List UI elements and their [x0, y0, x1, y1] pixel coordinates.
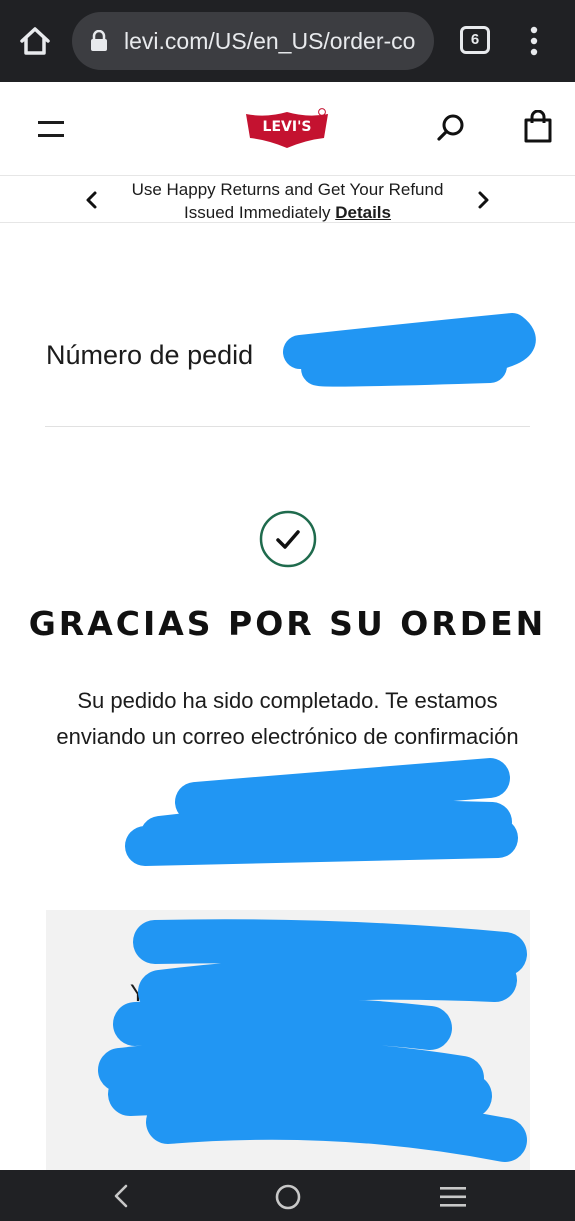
promo-message: Use Happy Returns and Get Your Refund Is…: [110, 178, 465, 224]
tab-switcher-button[interactable]: 6: [460, 26, 490, 54]
back-icon[interactable]: [108, 1182, 136, 1210]
url-text: levi.com/US/en_US/order-co: [124, 28, 416, 54]
shopping-bag-icon[interactable]: [522, 110, 554, 144]
home-icon[interactable]: [14, 20, 56, 62]
search-icon[interactable]: [435, 112, 467, 144]
promo-details-link[interactable]: Details: [335, 203, 391, 222]
checkmark-circle-icon: [259, 510, 317, 568]
order-number-label: Número de pedid: [46, 340, 254, 370]
more-options-icon[interactable]: [522, 24, 546, 58]
browser-toolbar: levi.com/US/en_US/order-co 6: [0, 0, 575, 82]
promo-banner: Use Happy Returns and Get Your Refund Is…: [0, 176, 575, 223]
confirmation-message: Su pedido ha sido completado. Te estamos…: [56, 688, 519, 749]
confirmation-title: GRACIAS POR SU ORDEN: [28, 604, 547, 643]
redaction-scribble-email: [125, 758, 518, 866]
promo-line-1: Use Happy Returns and Get Your Refund: [131, 180, 444, 199]
chevron-left-icon[interactable]: [80, 188, 104, 212]
system-nav-bar: [0, 1170, 575, 1221]
logo-text: LEVI'S: [263, 119, 312, 135]
recent-apps-icon[interactable]: [438, 1184, 468, 1210]
section-divider: [45, 426, 530, 427]
promo-line-2: Issued Immediately: [184, 203, 331, 222]
address-bar[interactable]: levi.com/US/en_US/order-co: [72, 12, 434, 70]
chevron-right-icon[interactable]: [471, 188, 495, 212]
shipping-info-text: Your ship n: [130, 980, 250, 1007]
hamburger-menu-icon[interactable]: [36, 118, 66, 140]
lock-icon: [91, 30, 107, 51]
site-header: LEVI'S: [0, 82, 575, 176]
home-circle-icon[interactable]: [274, 1183, 302, 1211]
shipping-info-panel: Your ship n: [46, 910, 530, 1172]
redaction-scribble-order: [283, 313, 536, 387]
levis-logo[interactable]: LEVI'S: [244, 108, 330, 148]
